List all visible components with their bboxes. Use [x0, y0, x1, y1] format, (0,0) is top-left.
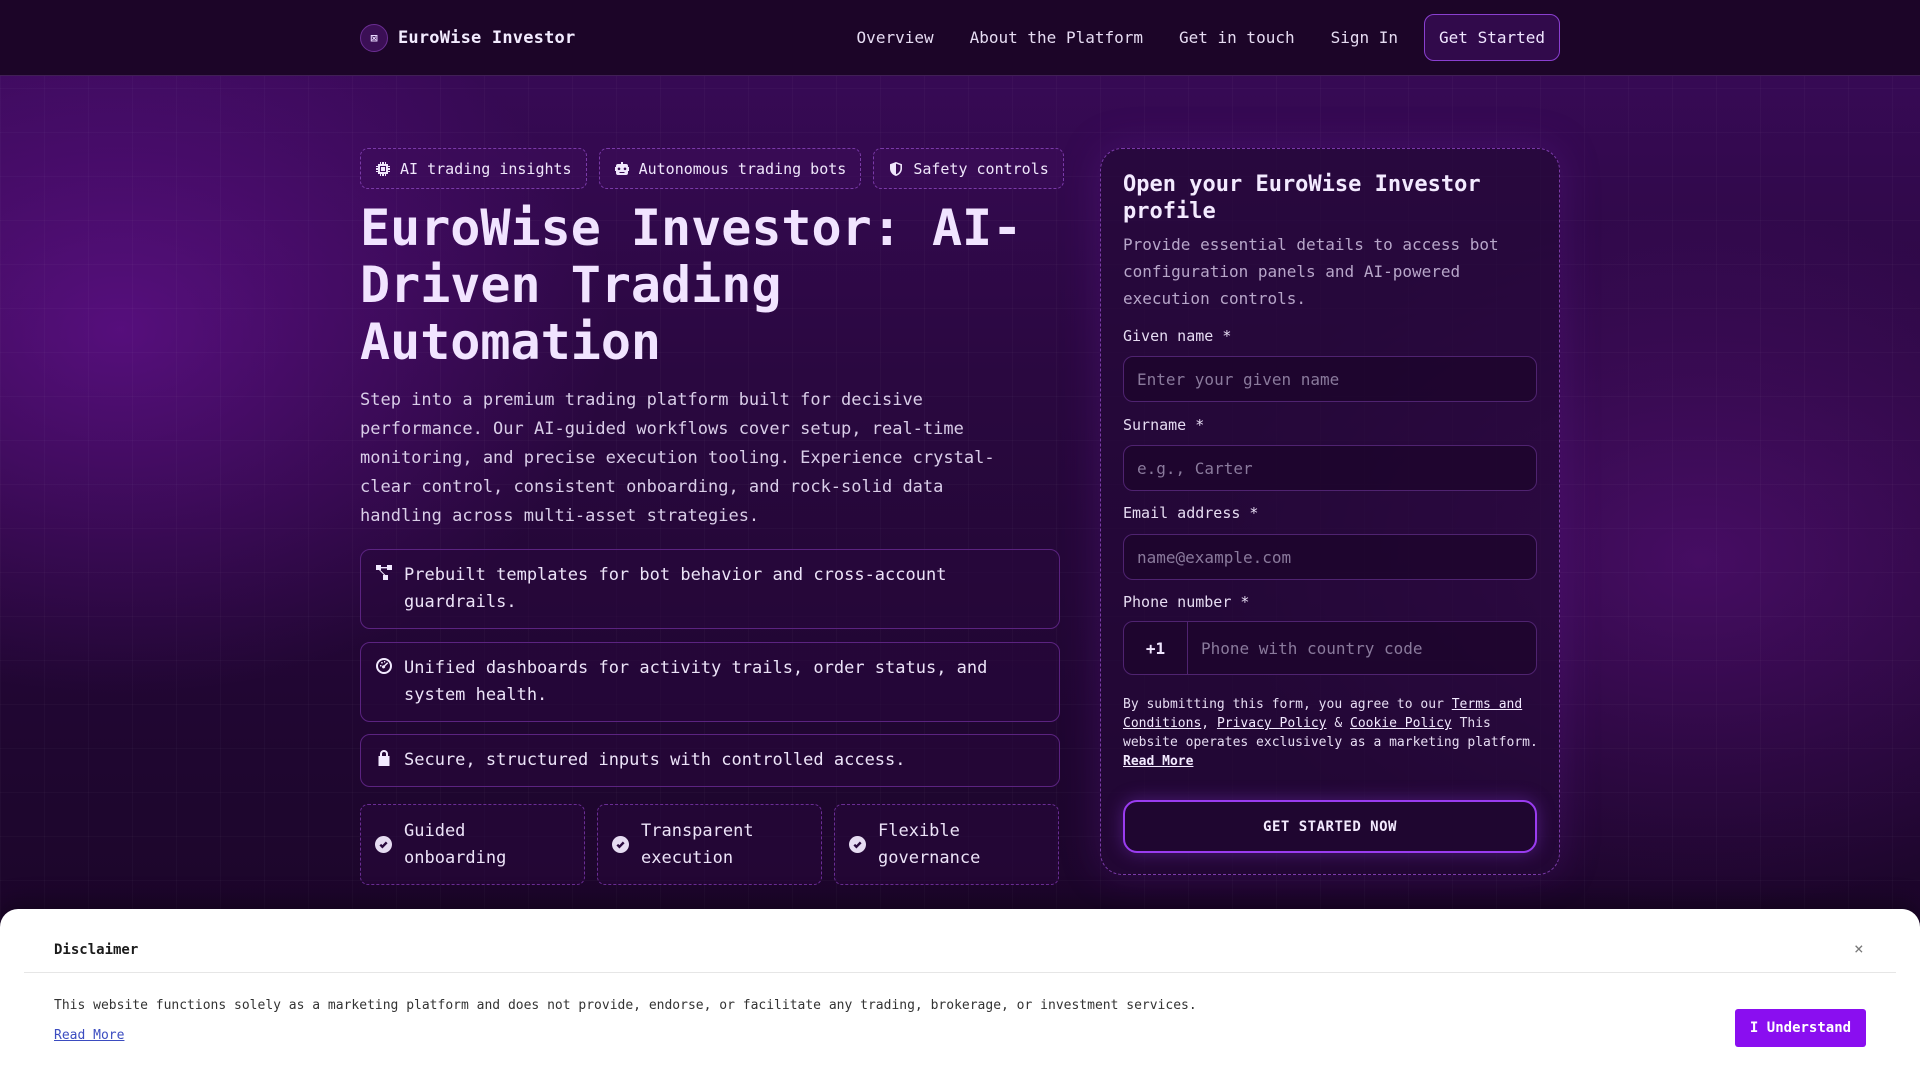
highlight-text: Transparent execution [641, 820, 754, 868]
shield-icon [890, 161, 903, 176]
highlight-item: Transparent execution [597, 804, 822, 885]
chip-label: Autonomous trading bots [638, 159, 847, 178]
email-label: Email address * [1123, 504, 1259, 522]
read-more-link[interactable]: Read More [1123, 754, 1193, 769]
chip-trading-bots: Autonomous trading bots [598, 148, 862, 189]
check-circle-icon [612, 836, 629, 853]
disclaimer-read-more-link[interactable]: Read More [54, 1028, 124, 1043]
given-name-input[interactable] [1123, 356, 1537, 402]
feature-text: Secure, structured inputs with controlle… [404, 750, 906, 770]
nav-link-contact[interactable]: Get in touch [1179, 28, 1295, 47]
feature-chips: AI trading insights Autonomous trading b… [360, 148, 1064, 189]
brand-logo-icon: ⊠ [360, 24, 388, 52]
nav-links: Overview About the Platform Get in touch… [857, 14, 1560, 61]
feature-text: Prebuilt templates for bot behavior and … [404, 565, 947, 612]
phone-field: +1 [1123, 621, 1537, 675]
surname-label: Surname * [1123, 416, 1205, 434]
robot-icon [614, 161, 629, 175]
feature-text: Unified dashboards for activity trails, … [404, 658, 988, 705]
disclaimer-banner: Disclaimer × This website functions sole… [0, 909, 1920, 1080]
check-circle-icon [375, 836, 392, 853]
divider [24, 972, 1896, 973]
brand[interactable]: ⊠ EuroWise Investor [360, 24, 575, 52]
nav-link-overview[interactable]: Overview [857, 28, 934, 47]
chip-label: Safety controls [913, 159, 1049, 178]
close-icon[interactable]: × [1854, 939, 1864, 958]
chip-safety-controls: Safety controls [873, 148, 1064, 189]
phone-label: Phone number * [1123, 593, 1250, 611]
hero-title: EuroWise Investor: AI-Driven Trading Aut… [360, 199, 1023, 371]
i-understand-button[interactable]: I Understand [1735, 1009, 1866, 1047]
highlight-item: Guided onboarding [360, 804, 585, 885]
feature-item-secure-inputs: Secure, structured inputs with controlle… [360, 734, 1060, 787]
legal-notice: By submitting this form, you agree to ou… [1123, 697, 1538, 769]
surname-input[interactable] [1123, 445, 1537, 491]
given-name-label: Given name * [1123, 327, 1232, 345]
nav-link-about[interactable]: About the Platform [970, 28, 1143, 47]
feature-item-dashboards: Unified dashboards for activity trails, … [360, 642, 1060, 722]
highlight-item: Flexible governance [834, 804, 1059, 885]
feature-item-templates: Prebuilt templates for bot behavior and … [360, 549, 1060, 629]
lock-icon [375, 749, 393, 767]
chip-icon [376, 161, 390, 176]
chip-ai-insights: AI trading insights [360, 148, 587, 189]
submit-button[interactable]: GET STARTED NOW [1123, 800, 1537, 853]
country-code-selector[interactable]: +1 [1124, 622, 1188, 674]
nodes-icon [375, 564, 393, 582]
form-title: Open your EuroWise Investor profile [1123, 172, 1481, 224]
highlight-text: Guided onboarding [404, 820, 507, 868]
top-navigation: ⊠ EuroWise Investor Overview About the P… [0, 0, 1920, 76]
chip-label: AI trading insights [400, 159, 572, 178]
brand-name: EuroWise Investor [398, 28, 576, 48]
get-started-button[interactable]: Get Started [1424, 14, 1560, 61]
form-subtitle: Provide essential details to access bot … [1123, 235, 1499, 308]
phone-input[interactable] [1188, 622, 1536, 674]
email-input[interactable] [1123, 534, 1537, 580]
hero-description: Step into a premium trading platform bui… [360, 390, 995, 526]
highlights: Guided onboarding Transparent execution … [360, 804, 1059, 885]
nav-link-sign-in[interactable]: Sign In [1331, 28, 1398, 47]
disclaimer-text: This website functions solely as a marke… [54, 998, 1197, 1013]
legal-prefix: By submitting this form, you agree to ou… [1123, 697, 1452, 712]
privacy-link[interactable]: Privacy Policy [1217, 716, 1327, 731]
check-circle-icon [849, 836, 866, 853]
cookie-link[interactable]: Cookie Policy [1350, 716, 1452, 731]
dashboard-icon [375, 657, 393, 675]
disclaimer-title: Disclaimer [54, 942, 139, 958]
highlight-text: Flexible governance [878, 820, 981, 868]
signup-form-card: Open your EuroWise Investor profile Prov… [1100, 148, 1560, 875]
